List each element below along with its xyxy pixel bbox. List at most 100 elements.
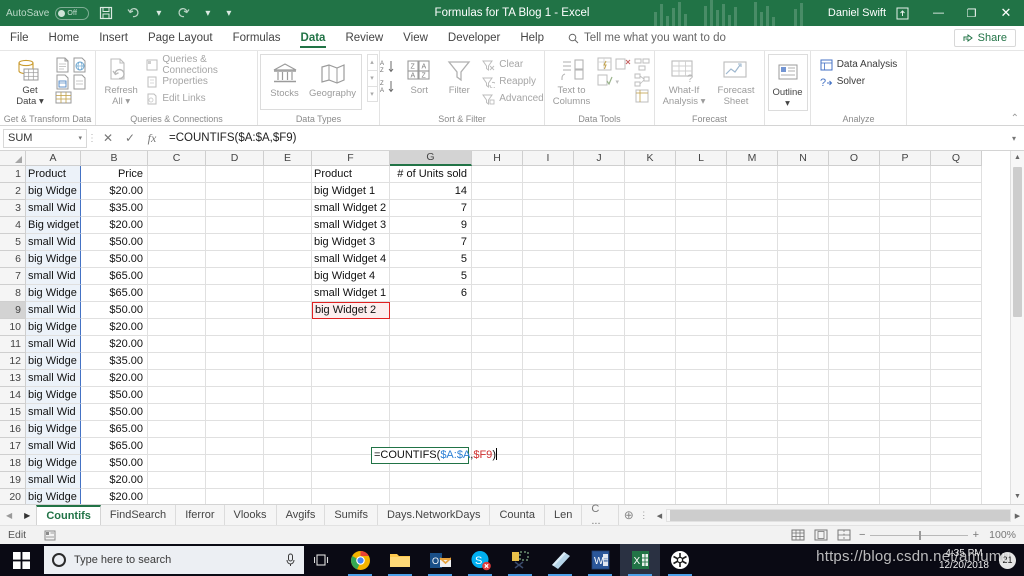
column-header-m[interactable]: M (727, 151, 778, 166)
row-header[interactable]: 20 (0, 489, 26, 504)
cell-F3[interactable]: small Widget 2 (312, 200, 390, 217)
cell-A3[interactable]: small Wid (26, 200, 81, 217)
cell-L19[interactable] (676, 472, 727, 489)
notification-badge[interactable]: 21 (999, 551, 1016, 569)
cell-G5[interactable]: 7 (390, 234, 472, 251)
sheet-tab-len[interactable]: Len (544, 505, 583, 525)
cell-Q9[interactable] (931, 302, 982, 319)
add-sheet-button[interactable]: ⊕ (619, 505, 638, 525)
scroll-up-icon[interactable]: ▲ (1011, 151, 1024, 165)
cell-N13[interactable] (778, 370, 829, 387)
cell-J20[interactable] (574, 489, 625, 504)
windows-start-icon[interactable] (0, 544, 42, 576)
sheet-tab-counta[interactable]: Counta (490, 505, 545, 525)
cell-O17[interactable] (829, 438, 880, 455)
cell-G15[interactable] (390, 404, 472, 421)
cell-K2[interactable] (625, 183, 676, 200)
sheet-tab-vlooks[interactable]: Vlooks (224, 505, 277, 525)
cell-E10[interactable] (264, 319, 312, 336)
existing-connections-icon[interactable] (55, 91, 72, 104)
cell-D20[interactable] (206, 489, 264, 504)
cell-J18[interactable] (574, 455, 625, 472)
cell-G1[interactable]: # of Units sold (390, 166, 472, 183)
cell-L14[interactable] (676, 387, 727, 404)
cell-K9[interactable] (625, 302, 676, 319)
cell-O13[interactable] (829, 370, 880, 387)
cell-M17[interactable] (727, 438, 778, 455)
cell-H20[interactable] (472, 489, 523, 504)
onenote-taskbar-icon[interactable] (540, 544, 580, 576)
cell-H9[interactable] (472, 302, 523, 319)
cell-I12[interactable] (523, 353, 574, 370)
cell-J13[interactable] (574, 370, 625, 387)
cell-O8[interactable] (829, 285, 880, 302)
cell-K20[interactable] (625, 489, 676, 504)
cell-O11[interactable] (829, 336, 880, 353)
cell-L4[interactable] (676, 217, 727, 234)
cell-O3[interactable] (829, 200, 880, 217)
consolidate-icon[interactable] (634, 57, 650, 72)
cell-H13[interactable] (472, 370, 523, 387)
cell-B14[interactable]: $50.00 (81, 387, 148, 404)
cell-G11[interactable] (390, 336, 472, 353)
cell-M2[interactable] (727, 183, 778, 200)
cell-J1[interactable] (574, 166, 625, 183)
cell-A17[interactable]: small Wid (26, 438, 81, 455)
tell-me-search[interactable]: Tell me what you want to do (554, 26, 726, 50)
cell-I4[interactable] (523, 217, 574, 234)
cell-L2[interactable] (676, 183, 727, 200)
cell-O9[interactable] (829, 302, 880, 319)
cell-C6[interactable] (148, 251, 206, 268)
row-header[interactable]: 19 (0, 472, 26, 489)
cell-J2[interactable] (574, 183, 625, 200)
cell-M16[interactable] (727, 421, 778, 438)
cell-P15[interactable] (880, 404, 931, 421)
cell-B15[interactable]: $50.00 (81, 404, 148, 421)
cell-F16[interactable] (312, 421, 390, 438)
cell-D1[interactable] (206, 166, 264, 183)
cell-F20[interactable] (312, 489, 390, 504)
cell-G9[interactable] (390, 302, 472, 319)
cell-A12[interactable]: big Widge (26, 353, 81, 370)
column-header-b[interactable]: B (81, 151, 148, 166)
row-header[interactable]: 4 (0, 217, 26, 234)
forecast-sheet-button[interactable]: Forecast Sheet (712, 54, 760, 108)
cell-I16[interactable] (523, 421, 574, 438)
filter-button[interactable]: Filter (440, 54, 478, 97)
advanced-filter-button[interactable]: Advanced (480, 90, 545, 107)
properties-button[interactable]: Properties (144, 73, 252, 90)
cell-P6[interactable] (880, 251, 931, 268)
cell-H4[interactable] (472, 217, 523, 234)
cell-A20[interactable]: big Widge (26, 489, 81, 504)
cell-D16[interactable] (206, 421, 264, 438)
cell-P4[interactable] (880, 217, 931, 234)
restore-button[interactable]: ❐ (955, 0, 988, 26)
cell-G6[interactable]: 5 (390, 251, 472, 268)
cell-I11[interactable] (523, 336, 574, 353)
sheet-nav-arrows[interactable]: ◀ ▶ (0, 505, 36, 525)
cell-I14[interactable] (523, 387, 574, 404)
cell-C19[interactable] (148, 472, 206, 489)
cell-L12[interactable] (676, 353, 727, 370)
cell-N19[interactable] (778, 472, 829, 489)
sort-button[interactable]: Z A A Z Sort (400, 54, 438, 97)
cell-P7[interactable] (880, 268, 931, 285)
row-header[interactable]: 1 (0, 166, 26, 183)
cell-L11[interactable] (676, 336, 727, 353)
cell-P11[interactable] (880, 336, 931, 353)
cell-E5[interactable] (264, 234, 312, 251)
minimize-button[interactable]: — (922, 0, 955, 26)
cell-D8[interactable] (206, 285, 264, 302)
cell-H6[interactable] (472, 251, 523, 268)
row-header[interactable]: 17 (0, 438, 26, 455)
cell-L7[interactable] (676, 268, 727, 285)
tab-insert[interactable]: Insert (89, 26, 138, 50)
relationships-icon[interactable] (634, 73, 650, 88)
cell-L18[interactable] (676, 455, 727, 472)
redo-dropdown-icon[interactable]: ▾ (200, 2, 215, 24)
zoom-level[interactable]: 100% (986, 529, 1016, 541)
cell-N9[interactable] (778, 302, 829, 319)
cell-C16[interactable] (148, 421, 206, 438)
queries-connections-button[interactable]: Queries & Connections (144, 54, 252, 76)
data-validation-icon[interactable] (597, 73, 613, 90)
